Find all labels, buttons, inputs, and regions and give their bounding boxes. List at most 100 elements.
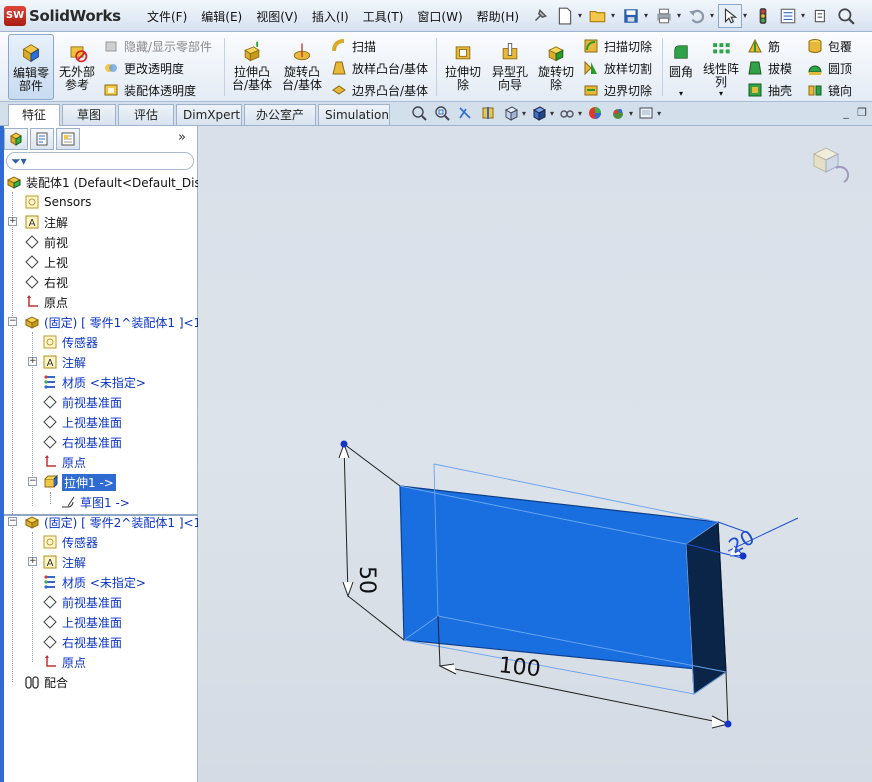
menu-help[interactable]: 帮助(H) (470, 8, 526, 25)
view-settings-icon[interactable] (637, 104, 655, 122)
view-orientation-icon[interactable] (502, 104, 520, 122)
fillet-dropdown-icon[interactable]: ▾ (679, 87, 683, 100)
configuration-manager-tab-icon[interactable] (56, 128, 80, 150)
apply-scene-dropdown-icon[interactable]: ▾ (629, 109, 633, 118)
draft-button[interactable]: 拔模 (746, 58, 792, 78)
tab-features[interactable]: 特征 (8, 104, 60, 126)
dome-button[interactable]: 圆顶 (806, 58, 852, 78)
select-dropdown-icon[interactable]: ▾ (743, 4, 751, 28)
view-settings-dropdown-icon[interactable]: ▾ (657, 109, 661, 118)
hide-show-items-dropdown-icon[interactable]: ▾ (578, 109, 582, 118)
tree-item-p2-sensors[interactable]: 传感器 (42, 532, 98, 552)
tree-item-p1-extrude[interactable]: 拉伸1 -> (42, 472, 116, 492)
menu-edit[interactable]: 编辑(E) (194, 8, 249, 25)
tree-item-p1-sketch[interactable]: 草图1 -> (60, 492, 130, 512)
expand-toggle-icon[interactable]: + (8, 217, 17, 226)
tab-dimxpert[interactable]: DimXpert (176, 104, 242, 125)
previous-view-icon[interactable] (456, 104, 474, 122)
feature-tree-tab-icon[interactable] (4, 128, 28, 150)
menu-view[interactable]: 视图(V) (249, 8, 305, 25)
tree-root-assembly[interactable]: 装配体1 (Default<Default_Dis (6, 172, 201, 192)
loft-cut-button[interactable]: 放样切割 (582, 58, 652, 78)
edit-component-button[interactable]: 编辑零部件 (8, 34, 54, 100)
display-style-dropdown-icon[interactable]: ▾ (550, 109, 554, 118)
restore-icon[interactable]: ❐ (854, 106, 870, 120)
menu-insert[interactable]: 插入(I) (305, 8, 356, 25)
collapse-toggle-icon[interactable]: − (8, 517, 17, 526)
tree-item-right-plane[interactable]: 右视 (24, 272, 68, 292)
menu-file[interactable]: 文件(F) (140, 8, 194, 25)
minimize-icon[interactable]: _ (838, 106, 854, 120)
tree-item-origin[interactable]: 原点 (24, 292, 68, 312)
shell-button[interactable]: 抽壳 (746, 80, 792, 100)
collapse-toggle-icon[interactable]: − (28, 477, 37, 486)
options-list-icon[interactable] (776, 4, 800, 28)
linear-pattern-dropdown-icon[interactable]: ▾ (719, 87, 723, 100)
tree-item-p2-origin[interactable]: 原点 (42, 652, 86, 672)
revolve-boss-button[interactable]: 旋转凸台/基体 (280, 34, 324, 100)
select-arrow-icon[interactable] (718, 4, 742, 28)
search-icon[interactable] (834, 4, 858, 28)
rebuild-traffic-light-icon[interactable] (751, 4, 775, 28)
print-dropdown-icon[interactable]: ▾ (677, 4, 685, 28)
tree-item-p1-front-plane[interactable]: 前视基准面 (42, 392, 122, 412)
tree-item-top-plane[interactable]: 上视 (24, 252, 68, 272)
open-folder-icon[interactable] (586, 4, 610, 28)
property-manager-tab-icon[interactable] (30, 128, 54, 150)
open-dropdown-icon[interactable]: ▾ (611, 4, 619, 28)
save-icon[interactable] (619, 4, 643, 28)
zoom-to-fit-icon[interactable] (410, 104, 428, 122)
new-document-icon[interactable] (553, 4, 577, 28)
revolve-cut-button[interactable]: 旋转切除 (536, 34, 576, 100)
dimension-depth-value[interactable]: 20 (725, 525, 759, 559)
tree-item-p2-front-plane[interactable]: 前视基准面 (42, 592, 122, 612)
menu-window[interactable]: 窗口(W) (410, 8, 469, 25)
linear-pattern-button[interactable]: 线性阵列 ▾ (702, 34, 740, 100)
dimension-width-value[interactable]: 100 (497, 653, 541, 682)
collapse-toggle-icon[interactable]: − (8, 317, 17, 326)
graphics-viewport[interactable]: 50 100 20 (198, 126, 872, 782)
sweep-button[interactable]: 扫描 (330, 36, 376, 56)
loft-boss-button[interactable]: 放样凸台/基体 (330, 58, 428, 78)
dimension-height-value[interactable]: 50 (354, 566, 379, 594)
rib-button[interactable]: 筋 (746, 36, 780, 56)
section-view-icon[interactable] (479, 104, 497, 122)
expand-toggle-icon[interactable]: + (28, 557, 37, 566)
tree-item-p1-top-plane[interactable]: 上视基准面 (42, 412, 122, 432)
tree-item-p1-material[interactable]: 材质 <未指定> (42, 372, 146, 392)
extrude-cut-button[interactable]: 拉伸切除 (442, 34, 484, 100)
assembly-transparency-button[interactable]: 装配体透明度 (102, 80, 196, 100)
apply-scene-icon[interactable] (609, 104, 627, 122)
feature-tree-filter[interactable]: ⏷▾ (6, 152, 194, 170)
properties-icon[interactable] (809, 4, 833, 28)
mirror-button[interactable]: 镜向 (806, 80, 852, 100)
boundary-boss-button[interactable]: 边界凸台/基体 (330, 80, 428, 100)
boundary-cut-button[interactable]: 边界切除 (582, 80, 652, 100)
undo-icon[interactable] (685, 4, 709, 28)
new-dropdown-icon[interactable]: ▾ (578, 4, 586, 28)
tree-item-front-plane[interactable]: 前视 (24, 232, 68, 252)
panel-expand-icon[interactable]: » (178, 130, 186, 145)
tree-item-p1-sensors[interactable]: 传感器 (42, 332, 98, 352)
hole-wizard-button[interactable]: 异型孔向导 (488, 34, 532, 100)
tree-item-p1-annotations[interactable]: A 注解 (42, 352, 86, 372)
fillet-button[interactable]: 圆角 ▾ (666, 34, 696, 100)
sweep-cut-button[interactable]: 扫描切除 (582, 36, 652, 56)
extrude-boss-button[interactable]: 拉伸凸台/基体 (230, 34, 274, 100)
zoom-to-area-icon[interactable] (433, 104, 451, 122)
print-icon[interactable] (652, 4, 676, 28)
dimension-height[interactable]: 50 (338, 440, 405, 641)
tree-item-p2-annotations[interactable]: A 注解 (42, 552, 86, 572)
tree-item-p2-material[interactable]: 材质 <未指定> (42, 572, 146, 592)
tree-item-p1-right-plane[interactable]: 右视基准面 (42, 432, 122, 452)
tree-item-part1[interactable]: (固定) [ 零件1^装配体1 ]<1 (24, 312, 201, 332)
expand-toggle-icon[interactable]: + (28, 357, 37, 366)
tree-item-p1-origin[interactable]: 原点 (42, 452, 86, 472)
tab-evaluate[interactable]: 评估 (118, 104, 174, 125)
tab-office-products[interactable]: 办公室产品 (244, 104, 316, 142)
tree-item-mates[interactable]: 配合 (24, 672, 68, 692)
tab-simulation[interactable]: Simulation (318, 104, 390, 125)
options-dropdown-icon[interactable]: ▾ (801, 4, 809, 28)
change-transparency-button[interactable]: 更改透明度 (102, 58, 184, 78)
tree-item-annotations[interactable]: A 注解 (24, 212, 68, 232)
